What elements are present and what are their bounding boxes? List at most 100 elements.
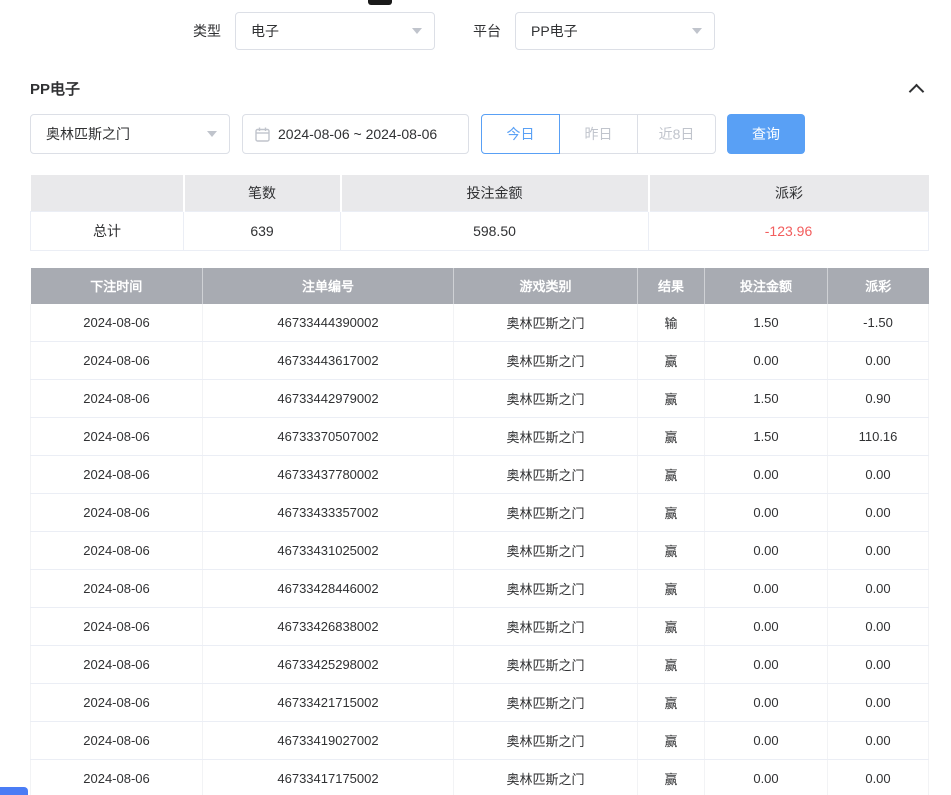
game-type-cell: 奥林匹斯之门 [454, 532, 638, 570]
today-button[interactable]: 今日 [481, 114, 560, 154]
game-type-cell: 奥林匹斯之门 [454, 684, 638, 722]
platform-select-value: PP电子 [531, 21, 578, 41]
bet-id-cell: 46733428446002 [203, 570, 454, 608]
summary-table: 笔数 投注金额 派彩 总计 639 598.50 -123.96 [30, 175, 929, 251]
result-cell: 赢 [638, 532, 705, 570]
payout-cell: 0.90 [828, 380, 929, 418]
bet-time-cell: 2024-08-06 [31, 532, 203, 570]
result-cell: 赢 [638, 494, 705, 532]
bet-amount-cell: 0.00 [705, 494, 828, 532]
header-bet-time: 下注时间 [31, 268, 203, 304]
bet-amount-cell: 1.50 [705, 418, 828, 456]
summary-header-payout: 派彩 [649, 175, 929, 211]
game-type-cell: 奥林匹斯之门 [454, 570, 638, 608]
platform-filter: 平台 PP电子 [473, 12, 715, 50]
section-title: PP电子 [30, 78, 80, 99]
bet-time-cell: 2024-08-06 [31, 760, 203, 795]
summary-header-row: 笔数 投注金额 派彩 [31, 175, 929, 211]
result-cell: 输 [638, 304, 705, 342]
game-type-cell: 奥林匹斯之门 [454, 380, 638, 418]
table-row: 2024-08-0646733428446002奥林匹斯之门赢0.000.00 [31, 570, 929, 608]
payout-cell: 0.00 [828, 646, 929, 684]
result-cell: 赢 [638, 342, 705, 380]
section-header: PP电子 [30, 72, 928, 104]
top-notch [368, 0, 392, 5]
summary-total-payout: -123.96 [649, 211, 929, 250]
summary-total-row: 总计 639 598.50 -123.96 [31, 211, 929, 250]
bet-amount-cell: 0.00 [705, 646, 828, 684]
bet-time-cell: 2024-08-06 [31, 456, 203, 494]
payout-cell: 0.00 [828, 722, 929, 760]
result-cell: 赢 [638, 418, 705, 456]
type-select-value: 电子 [251, 21, 279, 41]
payout-cell: 0.00 [828, 760, 929, 795]
type-label: 类型 [193, 21, 221, 41]
payout-cell: 0.00 [828, 532, 929, 570]
bets-table: 下注时间 注单编号 游戏类别 结果 投注金额 派彩 2024-08-064673… [30, 268, 929, 795]
game-type-cell: 奥林匹斯之门 [454, 418, 638, 456]
bet-amount-cell: 1.50 [705, 304, 828, 342]
bet-id-cell: 46733370507002 [203, 418, 454, 456]
game-select[interactable]: 奥林匹斯之门 [30, 114, 230, 154]
payout-cell: 110.16 [828, 418, 929, 456]
result-cell: 赢 [638, 380, 705, 418]
bet-time-cell: 2024-08-06 [31, 684, 203, 722]
payout-cell: 0.00 [828, 456, 929, 494]
bet-id-cell: 46733433357002 [203, 494, 454, 532]
game-type-cell: 奥林匹斯之门 [454, 304, 638, 342]
type-filter: 类型 电子 [193, 12, 435, 50]
payout-cell: -1.50 [828, 304, 929, 342]
summary-total-label: 总计 [31, 211, 184, 250]
bet-time-cell: 2024-08-06 [31, 646, 203, 684]
table-row: 2024-08-0646733437780002奥林匹斯之门赢0.000.00 [31, 456, 929, 494]
bet-amount-cell: 0.00 [705, 722, 828, 760]
table-row: 2024-08-0646733417175002奥林匹斯之门赢0.000.00 [31, 760, 929, 795]
bet-amount-cell: 1.50 [705, 380, 828, 418]
bet-time-cell: 2024-08-06 [31, 722, 203, 760]
search-button[interactable]: 查询 [727, 114, 805, 154]
bet-id-cell: 46733442979002 [203, 380, 454, 418]
payout-cell: 0.00 [828, 684, 929, 722]
result-cell: 赢 [638, 760, 705, 795]
bet-amount-cell: 0.00 [705, 608, 828, 646]
payout-cell: 0.00 [828, 608, 929, 646]
header-game-type: 游戏类别 [454, 268, 638, 304]
bet-amount-cell: 0.00 [705, 456, 828, 494]
date-range-input[interactable]: 2024-08-06 ~ 2024-08-06 [242, 114, 469, 154]
type-select[interactable]: 电子 [235, 12, 435, 50]
game-type-cell: 奥林匹斯之门 [454, 722, 638, 760]
yesterday-button[interactable]: 昨日 [559, 114, 638, 154]
last-8-days-button[interactable]: 近8日 [637, 114, 716, 154]
platform-label: 平台 [473, 21, 501, 41]
result-cell: 赢 [638, 722, 705, 760]
bet-time-cell: 2024-08-06 [31, 418, 203, 456]
chevron-down-icon [412, 28, 422, 34]
bottom-left-widget[interactable] [0, 787, 28, 795]
summary-header-empty [31, 175, 184, 211]
game-type-cell: 奥林匹斯之门 [454, 608, 638, 646]
header-result: 结果 [638, 268, 705, 304]
table-row: 2024-08-0646733419027002奥林匹斯之门赢0.000.00 [31, 722, 929, 760]
result-cell: 赢 [638, 570, 705, 608]
bet-id-cell: 46733426838002 [203, 608, 454, 646]
summary-total-bet-amount: 598.50 [341, 211, 649, 250]
platform-select[interactable]: PP电子 [515, 12, 715, 50]
bet-id-cell: 46733425298002 [203, 646, 454, 684]
bet-id-cell: 46733421715002 [203, 684, 454, 722]
summary-total-count: 639 [184, 211, 341, 250]
chevron-up-icon[interactable] [909, 83, 925, 99]
bet-id-cell: 46733419027002 [203, 722, 454, 760]
bet-id-cell: 46733431025002 [203, 532, 454, 570]
bet-id-cell: 46733444390002 [203, 304, 454, 342]
result-cell: 赢 [638, 608, 705, 646]
bet-amount-cell: 0.00 [705, 684, 828, 722]
bet-time-cell: 2024-08-06 [31, 494, 203, 532]
payout-cell: 0.00 [828, 342, 929, 380]
bet-time-cell: 2024-08-06 [31, 570, 203, 608]
bet-amount-cell: 0.00 [705, 532, 828, 570]
chevron-down-icon [207, 131, 217, 137]
table-row: 2024-08-0646733421715002奥林匹斯之门赢0.000.00 [31, 684, 929, 722]
table-row: 2024-08-0646733443617002奥林匹斯之门赢0.000.00 [31, 342, 929, 380]
bet-id-cell: 46733437780002 [203, 456, 454, 494]
table-row: 2024-08-0646733433357002奥林匹斯之门赢0.000.00 [31, 494, 929, 532]
